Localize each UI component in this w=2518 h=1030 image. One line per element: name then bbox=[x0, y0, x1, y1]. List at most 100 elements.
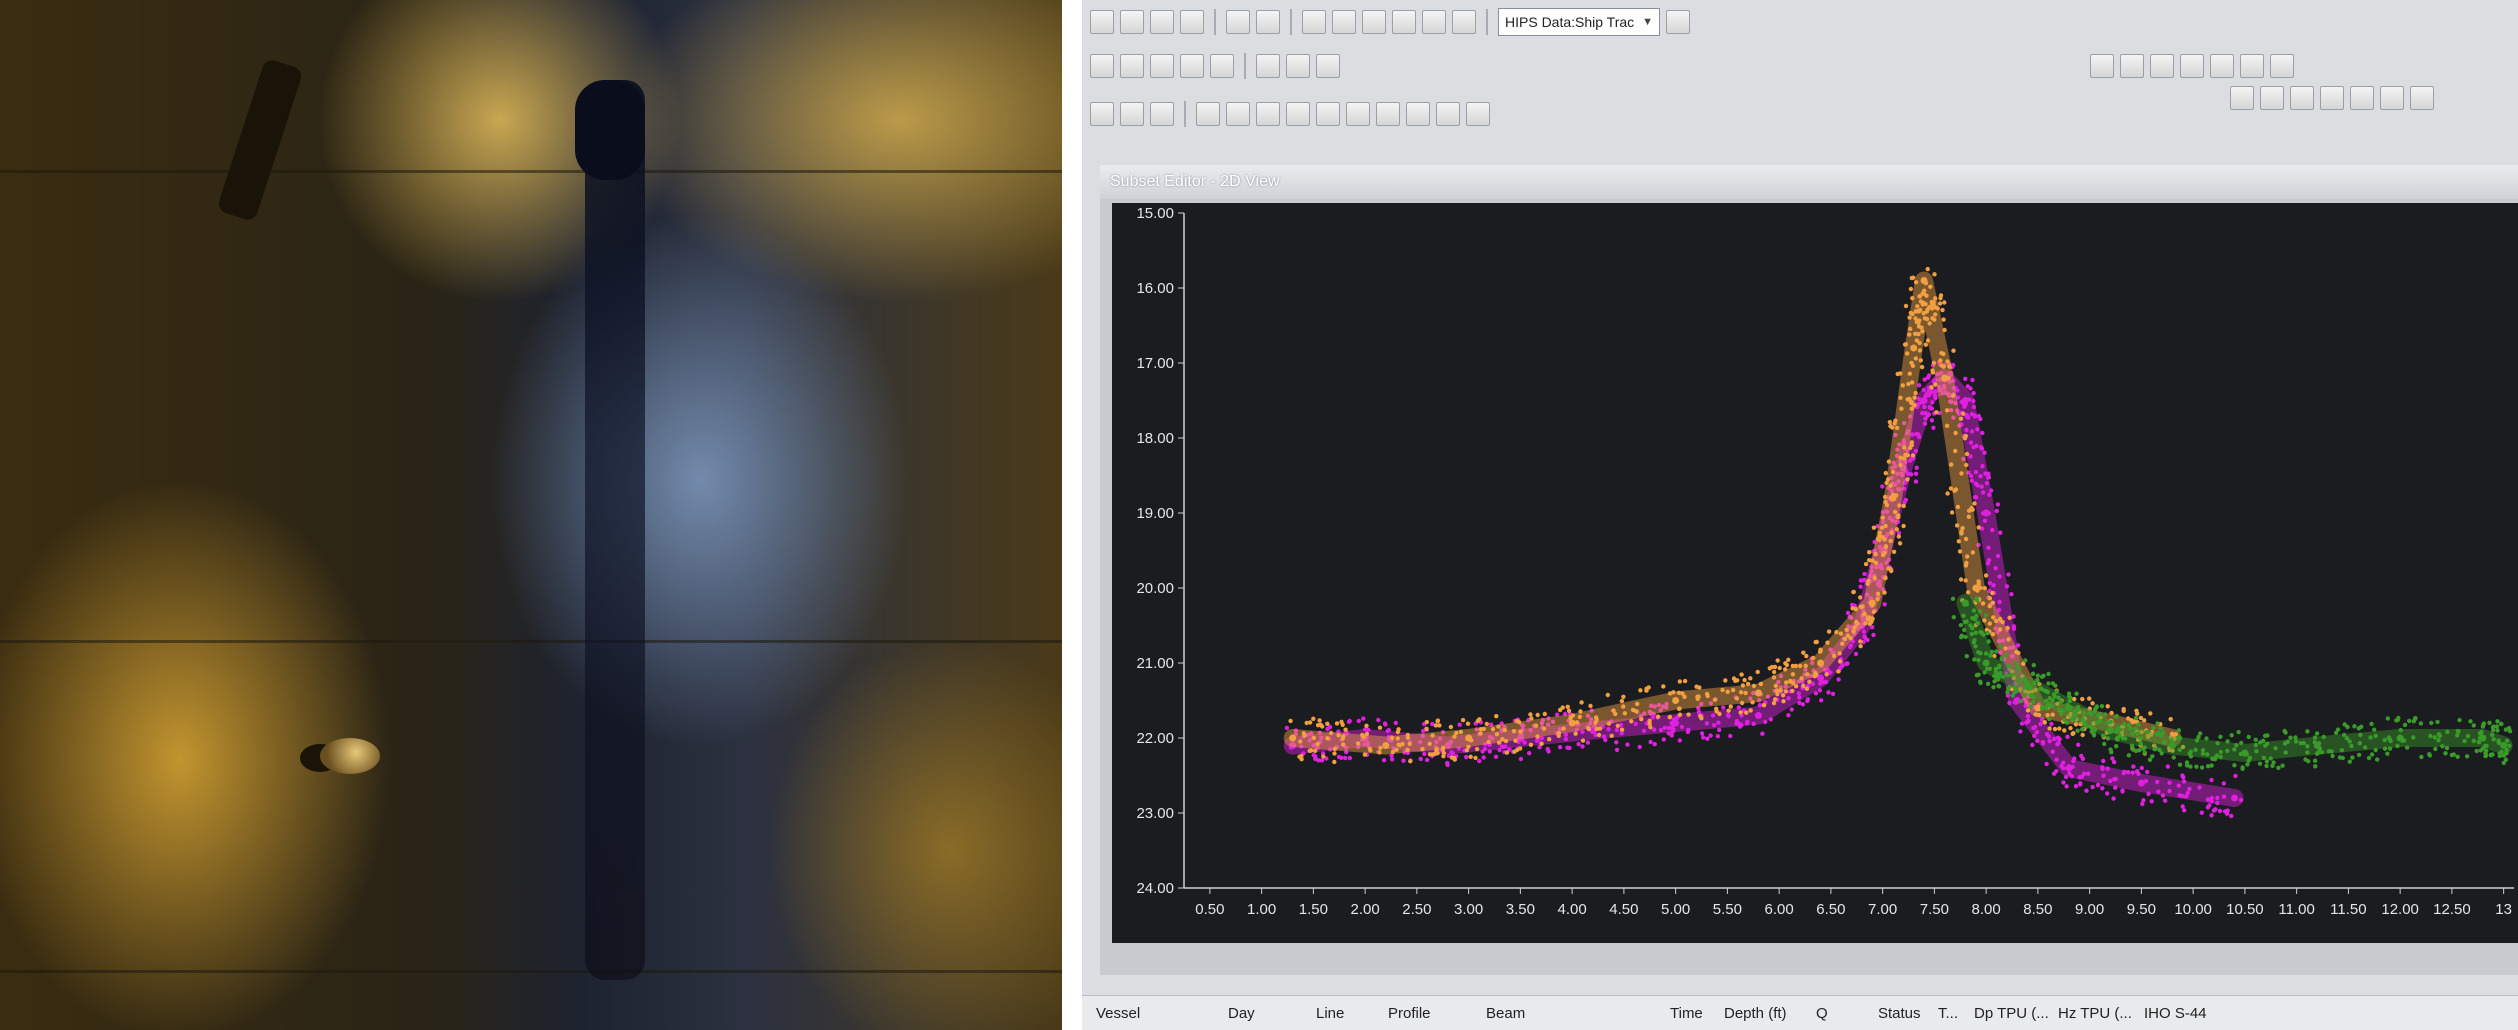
sounding-point bbox=[1364, 723, 1369, 728]
tool-icon[interactable] bbox=[1316, 54, 1340, 78]
sounding-point bbox=[1893, 418, 1898, 423]
status-col-line[interactable]: Line bbox=[1316, 1005, 1344, 1022]
subset-2d-plot[interactable]: 15.00 16.00 17.00 18.00 19.00 20.00 21.00 22.00… bbox=[1112, 203, 2518, 943]
surface-icon[interactable] bbox=[2150, 54, 2174, 78]
sounding-point bbox=[1920, 411, 1925, 416]
sounding-point bbox=[1968, 623, 1973, 628]
save-icon[interactable] bbox=[1422, 10, 1446, 34]
sounding-point bbox=[2061, 780, 2066, 785]
status-col-depth[interactable]: Depth (ft) bbox=[1724, 1005, 1787, 1022]
select-arrow-icon[interactable] bbox=[1302, 10, 1326, 34]
tool-icon[interactable] bbox=[1286, 102, 1310, 126]
zoom-in-icon[interactable] bbox=[1090, 10, 1114, 34]
tool-icon[interactable] bbox=[1286, 54, 1310, 78]
sounding-point bbox=[1386, 727, 1391, 733]
tool-icon[interactable] bbox=[1256, 102, 1280, 126]
sounding-point bbox=[1940, 307, 1945, 313]
tool-icon[interactable] bbox=[1406, 102, 1430, 126]
sounding-point bbox=[1962, 404, 1967, 409]
sounding-point bbox=[2363, 745, 2368, 750]
surface-icon[interactable] bbox=[2090, 54, 2114, 78]
select-line-icon[interactable] bbox=[1332, 10, 1356, 34]
status-col-day[interactable]: Day bbox=[1228, 1005, 1255, 1022]
layer-icon[interactable] bbox=[2320, 86, 2344, 110]
sounding-point bbox=[1972, 638, 1977, 643]
status-col-time[interactable]: Time bbox=[1670, 1005, 1703, 1022]
surface-icon[interactable] bbox=[2180, 54, 2204, 78]
sounding-point bbox=[2209, 777, 2214, 783]
tool-icon[interactable] bbox=[1150, 102, 1174, 126]
sounding-point bbox=[1725, 689, 1730, 694]
tool-icon[interactable] bbox=[1120, 54, 1144, 78]
sounding-point bbox=[1738, 690, 1744, 695]
sounding-point bbox=[2105, 791, 2110, 796]
sounding-point bbox=[1533, 723, 1539, 728]
sounding-point bbox=[1993, 618, 1999, 624]
sounding-point bbox=[2205, 805, 2211, 810]
sounding-point bbox=[1377, 725, 1383, 730]
status-col-beam[interactable]: Beam bbox=[1486, 1005, 1525, 1022]
layer-icon[interactable] bbox=[2410, 86, 2434, 110]
layer-icon[interactable] bbox=[2260, 86, 2284, 110]
photo-divider bbox=[1062, 0, 1082, 1030]
zoom-extent-icon[interactable] bbox=[1150, 10, 1174, 34]
pan-icon[interactable] bbox=[1180, 10, 1204, 34]
toolbar-separator bbox=[1290, 9, 1292, 35]
sounding-point bbox=[2050, 681, 2056, 686]
surface-icon[interactable] bbox=[2210, 54, 2234, 78]
layer-icon[interactable] bbox=[2350, 86, 2374, 110]
tool-icon[interactable] bbox=[1196, 102, 1220, 126]
tool-icon[interactable] bbox=[1090, 54, 1114, 78]
surface-icon[interactable] bbox=[2120, 54, 2144, 78]
tool-icon[interactable] bbox=[1376, 102, 1400, 126]
sounding-point bbox=[1902, 342, 1908, 347]
globe-icon[interactable] bbox=[1226, 10, 1250, 34]
layer-icon[interactable] bbox=[2380, 86, 2404, 110]
tool-icon[interactable] bbox=[1226, 102, 1250, 126]
3d-view-icon[interactable] bbox=[1256, 10, 1280, 34]
surface-icon[interactable] bbox=[2240, 54, 2264, 78]
status-col-hz-tpu[interactable]: Hz TPU (... bbox=[2058, 1005, 2132, 1022]
refresh-icon[interactable] bbox=[1666, 10, 1691, 34]
sounding-point bbox=[2135, 731, 2140, 737]
tool-icon[interactable] bbox=[1090, 102, 1114, 126]
sounding-point bbox=[1830, 691, 1836, 697]
sounding-point bbox=[1991, 583, 1996, 588]
sounding-point bbox=[2075, 704, 2081, 710]
layer-icon[interactable] bbox=[2290, 86, 2314, 110]
tool-icon[interactable] bbox=[1346, 102, 1370, 126]
sounding-point bbox=[1487, 749, 1492, 754]
status-col-vessel[interactable]: Vessel bbox=[1096, 1005, 1140, 1022]
tool-icon[interactable] bbox=[1120, 102, 1144, 126]
status-col-dp-tpu[interactable]: Dp TPU (... bbox=[1974, 1005, 2049, 1022]
dataset-dropdown[interactable]: HIPS Data:Ship Trac ▼ bbox=[1498, 8, 1661, 36]
status-col-iho[interactable]: IHO S-44 bbox=[2144, 1005, 2207, 1022]
wand-icon[interactable] bbox=[1210, 54, 1234, 78]
sounding-point bbox=[1973, 481, 1979, 486]
select-vessel-icon[interactable] bbox=[1362, 10, 1386, 34]
surface-icon[interactable] bbox=[2270, 54, 2294, 78]
status-col-profile[interactable]: Profile bbox=[1388, 1005, 1431, 1022]
tool-icon[interactable] bbox=[1256, 54, 1280, 78]
tool-icon[interactable] bbox=[1436, 102, 1460, 126]
sounding-point bbox=[2137, 748, 2142, 753]
tool-icon[interactable] bbox=[1316, 102, 1340, 126]
sounding-point bbox=[2167, 780, 2172, 785]
sounding-point bbox=[2019, 721, 2025, 726]
sounding-point bbox=[1927, 304, 1932, 310]
tool-icon[interactable] bbox=[1466, 102, 1490, 126]
open-editor-icon[interactable] bbox=[1392, 10, 1416, 34]
print-icon[interactable] bbox=[1452, 10, 1476, 34]
x-tick-label: 1.00 bbox=[1247, 901, 1276, 918]
sounding-point bbox=[1886, 459, 1892, 464]
sounding-point bbox=[2396, 715, 2401, 721]
status-col-t[interactable]: T... bbox=[1938, 1005, 1958, 1022]
sounding-point bbox=[1783, 661, 1788, 666]
layer-icon[interactable] bbox=[2230, 86, 2254, 110]
tool-icon[interactable] bbox=[1180, 54, 1204, 78]
zoom-out-icon[interactable] bbox=[1120, 10, 1144, 34]
status-col-status[interactable]: Status bbox=[1878, 1005, 1921, 1022]
sounding-point bbox=[1448, 724, 1454, 730]
status-col-q[interactable]: Q bbox=[1816, 1005, 1828, 1022]
tool-icon[interactable] bbox=[1150, 54, 1174, 78]
